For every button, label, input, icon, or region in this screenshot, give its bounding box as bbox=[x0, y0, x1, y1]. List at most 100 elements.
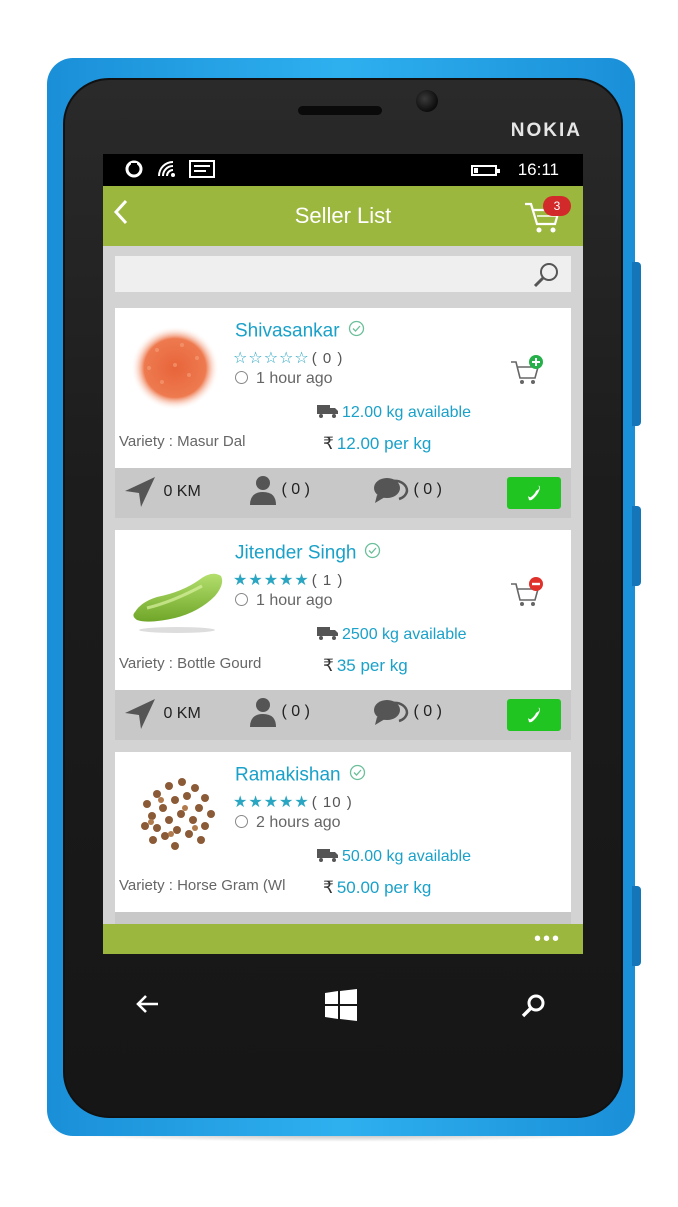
star-filled-icon: ★ bbox=[233, 794, 249, 811]
comments-icon bbox=[374, 478, 409, 503]
app-bar: ••• bbox=[103, 924, 583, 954]
star-filled-icon: ★ bbox=[279, 794, 295, 811]
seller-name[interactable]: Ramakishan bbox=[235, 764, 366, 787]
app-screen: 16:11 Seller List 3 Shivasankar ☆☆☆☆☆ (… bbox=[103, 154, 583, 954]
availability-text: 12.00 kg available bbox=[342, 404, 471, 421]
phone-icon bbox=[528, 485, 540, 501]
battery-level bbox=[474, 168, 478, 173]
posted-time: 1 hour ago bbox=[235, 370, 333, 388]
verified-icon bbox=[349, 764, 366, 787]
brand-logo: NOKIA bbox=[510, 120, 582, 141]
camera-button[interactable] bbox=[632, 886, 641, 966]
battery-icon bbox=[471, 165, 500, 176]
distance: 0 KM bbox=[123, 475, 201, 509]
seller-name-text: Shivasankar bbox=[235, 320, 340, 342]
rating-stars: ★★★★★( 10 ) bbox=[233, 792, 353, 812]
seller-name[interactable]: Jitender Singh bbox=[235, 542, 381, 565]
seller-name-text: Jitender Singh bbox=[235, 542, 357, 564]
rupee-icon: ₹ bbox=[323, 878, 334, 897]
remove-from-cart-button[interactable] bbox=[509, 576, 545, 608]
star-outline-icon: ☆ bbox=[294, 350, 310, 367]
cart-count-badge: 3 bbox=[543, 196, 571, 216]
variety-label: Variety : Horse Gram (Wl bbox=[119, 877, 286, 894]
comments-icon bbox=[374, 700, 409, 725]
star-filled-icon: ★ bbox=[294, 572, 310, 589]
followers-count: ( 0 ) bbox=[281, 481, 310, 498]
followers-count: ( 0 ) bbox=[281, 703, 310, 720]
distance: 0 KM bbox=[123, 697, 201, 731]
hardware-start-button[interactable] bbox=[324, 988, 358, 1027]
availability-text: 2500 kg available bbox=[342, 626, 467, 643]
verified-icon bbox=[364, 542, 381, 565]
star-filled-icon: ★ bbox=[279, 572, 295, 589]
clock-icon bbox=[235, 593, 248, 606]
seller-card[interactable]: Shivasankar ☆☆☆☆☆( 0 ) 1 hour ago 12.00 … bbox=[115, 308, 571, 518]
posted-time-text: 2 hours ago bbox=[256, 814, 341, 831]
star-filled-icon: ★ bbox=[248, 794, 264, 811]
seller-name-text: Ramakishan bbox=[235, 764, 341, 786]
rating-count: ( 1 ) bbox=[311, 572, 344, 589]
navigation-arrow-icon bbox=[125, 477, 155, 507]
star-filled-icon: ★ bbox=[233, 572, 249, 589]
search-icon[interactable] bbox=[533, 261, 561, 294]
card-footer: 0 KM ( 0 ) ( 0 ) bbox=[115, 690, 571, 740]
wifi-icon bbox=[157, 160, 179, 183]
availability: 12.00 kg available bbox=[317, 404, 471, 422]
call-button[interactable] bbox=[507, 477, 561, 509]
price-text: 50.00 per kg bbox=[336, 878, 432, 897]
posted-time: 1 hour ago bbox=[235, 592, 333, 610]
posted-time-text: 1 hour ago bbox=[256, 370, 333, 387]
status-bar: 16:11 bbox=[103, 154, 583, 186]
page-title: Seller List bbox=[294, 203, 392, 228]
verified-icon bbox=[348, 320, 365, 343]
comments[interactable]: ( 0 ) bbox=[373, 697, 442, 727]
rupee-icon: ₹ bbox=[323, 434, 334, 453]
rating-count: ( 0 ) bbox=[311, 350, 344, 367]
user-icon bbox=[250, 476, 276, 505]
seller-name[interactable]: Shivasankar bbox=[235, 320, 365, 343]
distance-text: 0 KM bbox=[163, 483, 201, 500]
followers[interactable]: ( 0 ) bbox=[249, 696, 310, 728]
price-text: 35 per kg bbox=[336, 656, 408, 675]
hardware-back-button[interactable] bbox=[134, 990, 162, 1023]
truck-icon bbox=[317, 405, 338, 418]
cart-remove-icon bbox=[511, 577, 543, 606]
availability: 50.00 kg available bbox=[317, 848, 471, 866]
price: ₹35 per kg bbox=[323, 656, 408, 676]
add-to-cart-button[interactable] bbox=[509, 354, 545, 386]
power-button[interactable] bbox=[632, 506, 641, 586]
star-filled-icon: ★ bbox=[263, 794, 280, 811]
comments[interactable]: ( 0 ) bbox=[373, 475, 442, 505]
earpiece-speaker bbox=[298, 106, 382, 115]
star-filled-icon: ★ bbox=[263, 572, 280, 589]
followers[interactable]: ( 0 ) bbox=[249, 474, 310, 506]
variety-label: Variety : Masur Dal bbox=[119, 433, 246, 450]
product-image bbox=[127, 542, 225, 638]
hardware-search-button[interactable] bbox=[520, 992, 548, 1025]
rating-count: ( 10 ) bbox=[311, 794, 353, 811]
star-outline-icon: ☆ bbox=[233, 350, 249, 367]
star-filled-icon: ★ bbox=[248, 572, 264, 589]
search-input[interactable] bbox=[115, 256, 571, 292]
star-outline-icon: ☆ bbox=[248, 350, 264, 367]
more-options-button[interactable]: ••• bbox=[534, 928, 561, 951]
call-button[interactable] bbox=[507, 699, 561, 731]
availability: 2500 kg available bbox=[317, 626, 467, 644]
star-outline-icon: ☆ bbox=[263, 350, 280, 367]
comments-count: ( 0 ) bbox=[413, 703, 442, 720]
phone-icon bbox=[528, 707, 540, 723]
navigation-arrow-icon bbox=[125, 699, 155, 729]
nfc-icon bbox=[125, 160, 145, 183]
app-header: Seller List 3 bbox=[103, 186, 583, 246]
availability-text: 50.00 kg available bbox=[342, 848, 471, 865]
price: ₹12.00 per kg bbox=[323, 434, 431, 454]
rating-stars: ☆☆☆☆☆( 0 ) bbox=[233, 348, 343, 368]
status-time: 16:11 bbox=[517, 160, 559, 179]
cart-add-icon bbox=[511, 355, 543, 384]
star-filled-icon: ★ bbox=[294, 794, 310, 811]
posted-time: 2 hours ago bbox=[235, 814, 341, 832]
product-image bbox=[127, 764, 225, 860]
volume-button[interactable] bbox=[632, 262, 641, 426]
seller-card[interactable]: Jitender Singh ★★★★★( 1 ) 1 hour ago 250… bbox=[115, 530, 571, 740]
windows-logo-icon bbox=[325, 989, 357, 1021]
